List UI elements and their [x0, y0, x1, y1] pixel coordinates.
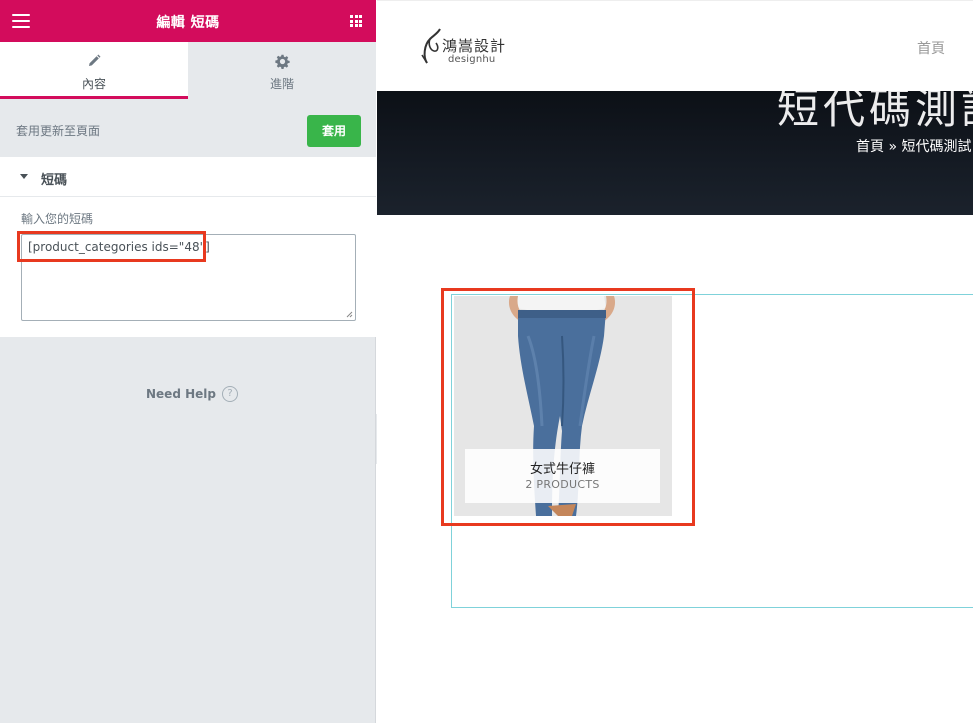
logo-mark-icon [421, 28, 441, 64]
breadcrumb[interactable]: 首頁 » 短代碼測試 [856, 136, 971, 156]
tab-content-label: 內容 [81, 77, 106, 91]
widgets-grid-icon[interactable] [350, 15, 362, 27]
logo-english: designhu [448, 54, 496, 65]
question-icon: ? [221, 386, 238, 402]
pencil-icon [0, 54, 188, 70]
panel-header: 編輯 短碼 [0, 0, 376, 42]
apply-button[interactable]: 套用 [307, 115, 361, 147]
nav-home-link[interactable]: 首頁 [917, 38, 945, 58]
tab-advanced[interactable]: 進階 [188, 42, 376, 99]
panel-title: 編輯 短碼 [156, 15, 220, 31]
tab-content[interactable]: 內容 [0, 42, 188, 99]
section-toggle[interactable]: 短碼 [0, 157, 376, 197]
editor-panel: 編輯 短碼 內容 進階 套用更新至頁面 套用 短碼 輸入您的短碼 [produc… [0, 0, 376, 723]
page-hero: 短代碼測試 首頁 » 短代碼測試 [377, 91, 973, 215]
site-header: 鴻嵩設計 designhu 首頁 [377, 0, 973, 91]
need-help-label: Need Help [146, 387, 216, 401]
highlight-shortcode [17, 231, 206, 262]
highlight-category [441, 288, 695, 526]
tab-advanced-label: 進階 [269, 77, 294, 91]
gear-icon [188, 54, 376, 70]
apply-text: 套用更新至頁面 [16, 124, 101, 138]
caret-down-icon [20, 174, 28, 179]
panel-tabs: 內容 進階 [0, 42, 376, 99]
shortcode-label: 輸入您的短碼 [21, 212, 94, 226]
resize-handle-icon[interactable] [346, 311, 353, 318]
logo-chinese: 鴻嵩設計 [442, 37, 507, 55]
site-logo[interactable]: 鴻嵩設計 designhu [418, 27, 518, 67]
need-help-link[interactable]: Need Help ? [146, 386, 238, 402]
section-title: 短碼 [41, 173, 68, 188]
hero-title: 短代碼測試 [777, 91, 973, 133]
editor-screen: 編輯 短碼 內容 進階 套用更新至頁面 套用 短碼 輸入您的短碼 [produc… [0, 0, 973, 723]
